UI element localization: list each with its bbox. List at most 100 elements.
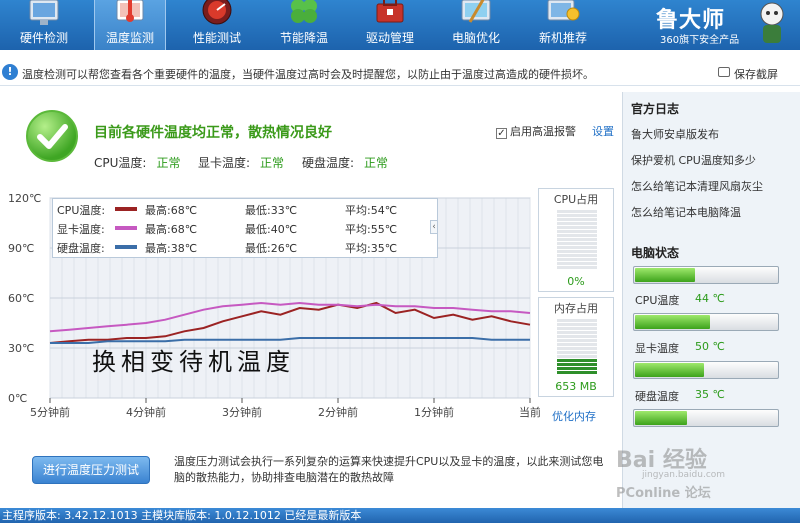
tab-pc-optimize[interactable]: 电脑优化 <box>440 0 512 50</box>
x-tick-label: 4分钟前 <box>126 405 166 419</box>
cpu-meter-segment <box>557 266 597 269</box>
cpu-usage-title: CPU占用 <box>553 193 599 206</box>
legend-series-name: 显卡温度: <box>57 223 105 236</box>
tab-driver-manage[interactable]: 驱动管理 <box>354 0 426 50</box>
cpu-meter-segment <box>557 210 597 213</box>
alarm-label: 启用高温报警 <box>510 125 576 138</box>
status-bar-fill <box>635 315 710 329</box>
cpu-meter-segment <box>557 254 597 257</box>
x-tick-label: 3分钟前 <box>222 405 262 419</box>
cpu-meter-segment <box>557 226 597 229</box>
news-item[interactable]: 保护爱机 CPU温度知多少 <box>631 152 756 168</box>
info-message: 温度检测可以帮您查看各个重要硬件的温度，当硬件温度过高时会及时提醒您，以防止由于… <box>22 68 594 81</box>
tab-label: 性能测试 <box>192 31 241 45</box>
stress-test-button[interactable]: 进行温度压力测试 <box>32 456 150 484</box>
y-tick-label: 90℃ <box>8 242 34 255</box>
memory-meter-segment <box>557 319 597 322</box>
legend-min: 最低:40℃ <box>245 223 298 236</box>
disk-status-value: 正常 <box>364 156 389 170</box>
chart-legend: CPU温度: 最高:68℃ 最低:33℃ 平均:54℃ 显卡温度: 最高:68℃… <box>52 198 438 258</box>
gpu-temp-value: 50 ℃ <box>695 340 725 353</box>
legend-avg: 平均:35℃ <box>345 242 398 255</box>
save-screenshot-link[interactable]: 保存截屏 <box>734 66 778 82</box>
status-bar-fill <box>635 363 705 377</box>
cpu-meter-segment <box>557 238 597 241</box>
speedometer-icon <box>202 0 232 25</box>
right-sidebar: 官方日志 鲁大师安卓版发布 保护爱机 CPU温度知多少 怎么给笔记本清理风扇灰尘… <box>622 92 800 508</box>
disk-temp-label: 硬盘温度 <box>635 390 679 403</box>
gpu-temp-label: 显卡温度 <box>635 342 679 355</box>
y-tick-label: 30℃ <box>8 342 34 355</box>
cpu-meter-segment <box>557 262 597 265</box>
news-item[interactable]: 鲁大师安卓版发布 <box>631 126 719 142</box>
legend-max: 最高:68℃ <box>145 223 198 236</box>
thermometer-icon <box>116 0 144 22</box>
cpu-meter-segment <box>557 214 597 217</box>
tab-label: 节能降温 <box>279 31 328 45</box>
chart-annotation: 换相变待机温度 <box>92 348 295 376</box>
memory-meter-segment <box>557 371 597 374</box>
award-monitor-icon <box>547 0 580 21</box>
legend-min: 最低:26℃ <box>245 242 298 255</box>
legend-collapse-button[interactable]: ‹ <box>430 220 438 234</box>
x-tick-label: 2分钟前 <box>318 405 358 419</box>
y-tick-label: 60℃ <box>8 292 34 305</box>
legend-row-disk: 硬盘温度: 最高:38℃ 最低:26℃ 平均:35℃ <box>57 238 435 256</box>
cpu-usage-bar <box>557 210 597 269</box>
memory-meter-segment <box>557 347 597 350</box>
tab-label: 硬件检测 <box>19 31 68 45</box>
memory-usage-bar <box>557 319 597 374</box>
memory-meter-segment <box>557 323 597 326</box>
memory-usage-title: 内存占用 <box>554 302 598 315</box>
legend-avg: 平均:54℃ <box>345 204 398 217</box>
settings-link[interactable]: 设置 <box>592 123 614 139</box>
cpu-usage-meter: CPU占用 0% <box>538 188 614 292</box>
cpu-usage-value: 0% <box>567 275 585 288</box>
news-item[interactable]: 怎么给笔记本电脑降温 <box>631 204 741 220</box>
camera-icon[interactable] <box>718 67 730 77</box>
tab-performance-test[interactable]: 性能测试 <box>181 0 253 50</box>
cpu-status-value: 正常 <box>156 156 181 170</box>
tab-new-pc-recommend[interactable]: 新机推荐 <box>527 0 599 50</box>
news-item[interactable]: 怎么给笔记本清理风扇灰尘 <box>631 178 763 194</box>
tab-hardware-detect[interactable]: 硬件检测 <box>8 0 80 50</box>
main-panel: 目前各硬件温度均正常，散热情况良好 CPU温度: 正常 显卡温度: 正常 硬盘温度:… <box>0 92 622 508</box>
tab-label: 温度监测 <box>105 31 154 45</box>
status-bar-general <box>633 266 779 284</box>
cpu-status: CPU温度: 正常 <box>94 154 180 171</box>
brand-logo: 鲁大师 360旗下安全产品 <box>648 0 800 50</box>
alarm-checkbox[interactable]: ✓ <box>496 128 507 139</box>
tab-temperature-monitor[interactable]: 温度监测 <box>94 0 166 50</box>
disk-status-label: 硬盘温度: <box>302 156 355 170</box>
legend-swatch <box>115 207 137 211</box>
clover-icon <box>291 0 317 23</box>
memory-meter-segment <box>557 327 597 330</box>
cpu-meter-segment <box>557 222 597 225</box>
memory-meter-segment <box>557 351 597 354</box>
brand-subtitle: 360旗下安全产品 <box>660 35 740 46</box>
legend-min: 最低:33℃ <box>245 204 298 217</box>
memory-meter-segment <box>557 335 597 338</box>
cpu-meter-segment <box>557 242 597 245</box>
info-bar: ! 温度检测可以帮您查看各个重要硬件的温度，当硬件温度过高时会及时提醒您，以防止… <box>0 60 800 86</box>
info-icon: ! <box>2 64 18 80</box>
optimize-memory-link[interactable]: 优化内存 <box>552 408 596 424</box>
disk-temp-value: 35 ℃ <box>695 388 725 401</box>
brand-name: 鲁大师 <box>656 7 726 33</box>
memory-meter-segment <box>557 355 597 358</box>
top-navigation: 硬件检测 温度监测 性能测试 节能降温 驱动管理 电脑优化 新机推荐 鲁大师 3… <box>0 0 800 50</box>
broom-monitor-icon <box>461 0 491 23</box>
memory-meter-segment <box>557 367 597 370</box>
legend-series-name: 硬盘温度: <box>57 242 105 255</box>
cpu-meter-segment <box>557 218 597 221</box>
cpu-meter-segment <box>557 258 597 261</box>
legend-max: 最高:38℃ <box>145 242 198 255</box>
cpu-temp-value: 44 ℃ <box>695 292 725 305</box>
disk-temp-bar <box>633 409 779 427</box>
x-tick-label: 5分钟前 <box>30 405 70 419</box>
high-temp-alarm-toggle[interactable]: ✓ 启用高温报警 <box>496 123 576 139</box>
toolbox-icon <box>376 0 404 23</box>
memory-usage-value: 653 MB <box>555 380 597 393</box>
tab-energy-saving[interactable]: 节能降温 <box>268 0 340 50</box>
memory-meter-segment <box>557 331 597 334</box>
